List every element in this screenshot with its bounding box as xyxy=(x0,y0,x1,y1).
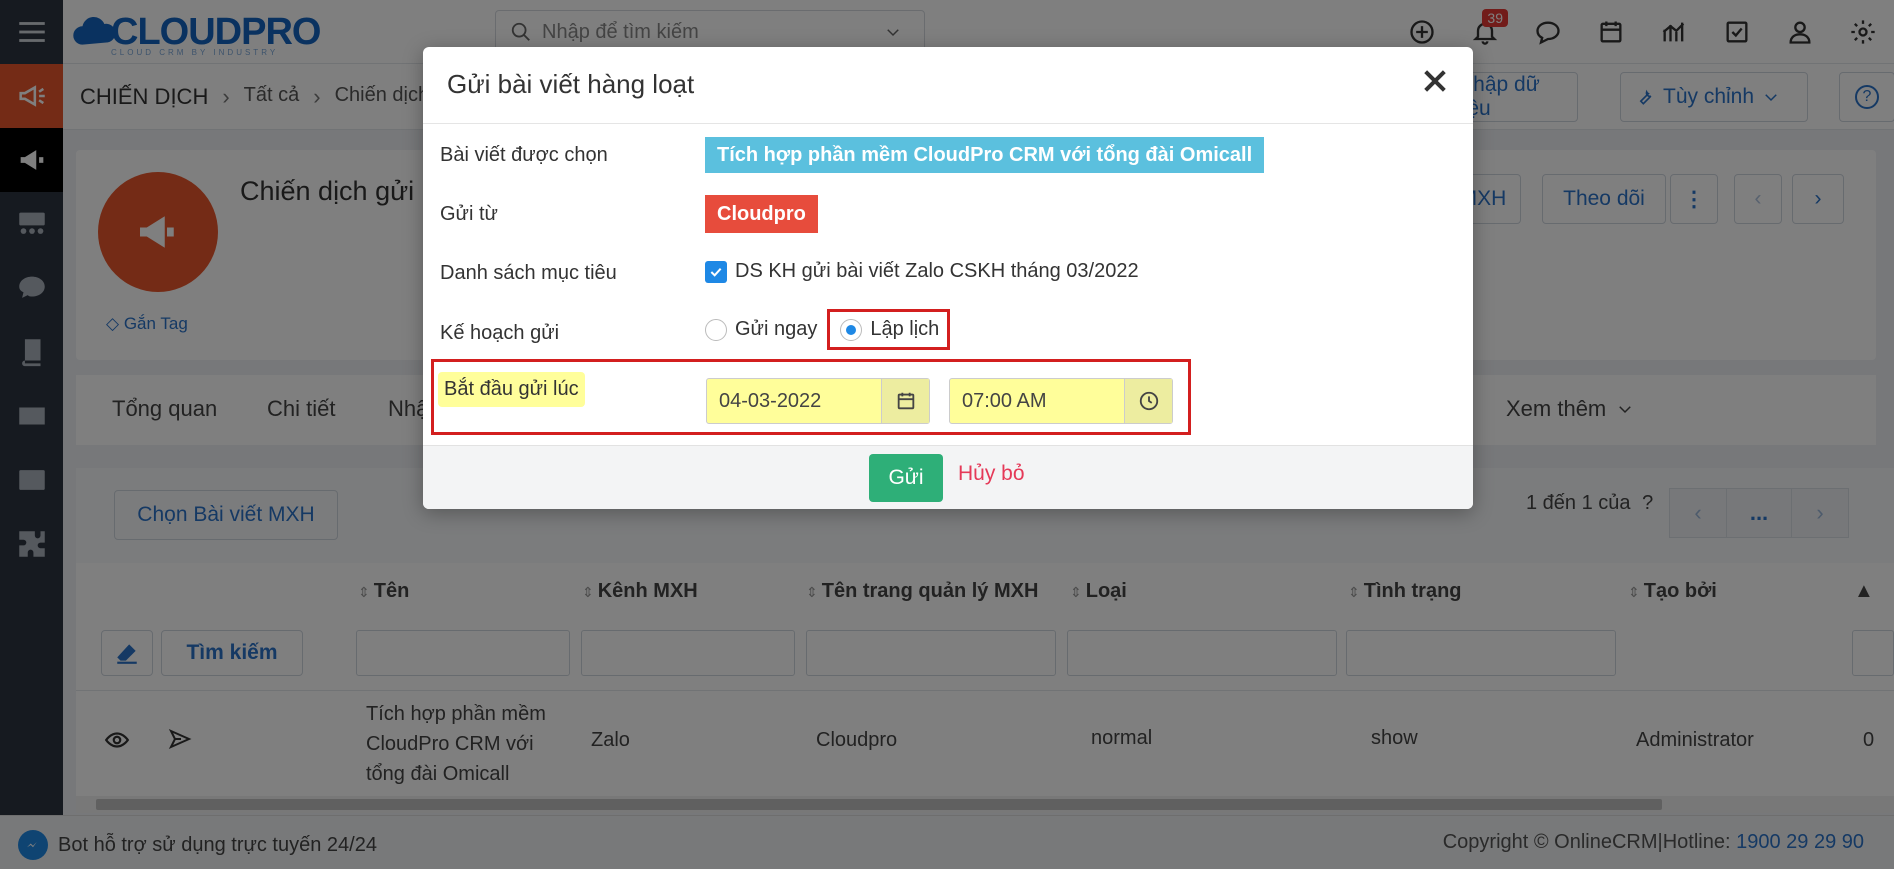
radio-send-now[interactable] xyxy=(705,318,727,341)
calendar-icon[interactable] xyxy=(881,379,929,423)
radio-selected-dot xyxy=(846,324,857,335)
schedule-highlight: Lập lịch xyxy=(827,309,951,350)
modal-title: Gửi bài viết hàng loạt xyxy=(447,69,695,99)
send-button[interactable]: Gửi xyxy=(869,454,943,502)
clock-icon[interactable] xyxy=(1124,379,1172,423)
send-plan-radio-group: Gửi ngay Lập lịch xyxy=(705,309,951,350)
modal-footer: Gửi Hủy bỏ xyxy=(423,445,1473,509)
cancel-button[interactable]: Hủy bỏ xyxy=(958,462,1025,486)
schedule-start-highlight: Bắt đầu gửi lúc 04-03-2022 07:00 AM xyxy=(431,359,1191,435)
send-now-label[interactable]: Gửi ngay xyxy=(735,318,817,341)
send-from-label: Gửi từ xyxy=(440,203,498,225)
close-icon[interactable] xyxy=(1419,65,1451,97)
bulk-post-send-dialog: Gửi bài viết hàng loạt Bài viết được chọ… xyxy=(423,47,1473,509)
target-list-name: DS KH gửi bài viết Zalo CSKH tháng 03/20… xyxy=(735,260,1139,282)
schedule-label[interactable]: Lập lịch xyxy=(870,318,939,341)
radio-schedule[interactable] xyxy=(840,318,863,341)
start-date-value: 04-03-2022 xyxy=(719,389,822,412)
selected-post-chip: Tích hợp phần mềm CloudPro CRM với tổng … xyxy=(705,137,1265,173)
send-from-chip: Cloudpro xyxy=(705,195,818,233)
target-list-checkbox[interactable]: DS KH gửi bài viết Zalo CSKH tháng 03/20… xyxy=(705,260,1139,283)
modal-header: Gửi bài viết hàng loạt xyxy=(423,47,1473,124)
start-time-label: Bắt đầu gửi lúc xyxy=(438,372,585,407)
send-plan-label: Kế hoạch gửi xyxy=(440,322,560,344)
start-time-value: 07:00 AM xyxy=(962,389,1047,412)
selected-post-label: Bài viết được chọn xyxy=(440,144,608,166)
checkbox-checked-icon[interactable] xyxy=(705,260,727,283)
start-time-input[interactable]: 07:00 AM xyxy=(949,378,1173,424)
target-list-label: Danh sách mục tiêu xyxy=(440,262,617,284)
start-date-input[interactable]: 04-03-2022 xyxy=(706,378,930,424)
